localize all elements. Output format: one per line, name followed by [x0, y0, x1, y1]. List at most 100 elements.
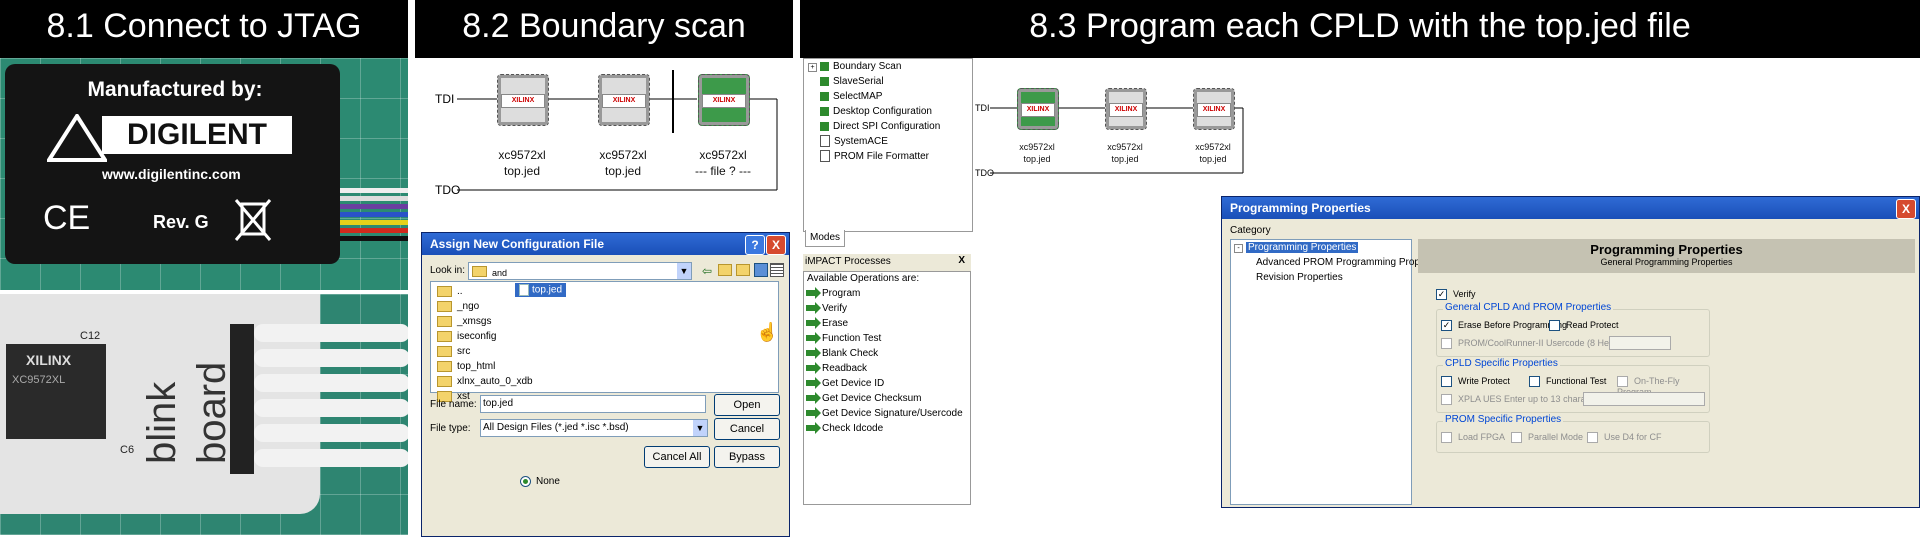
operation-item[interactable]: Program — [804, 286, 970, 301]
panel-program-cpld: 8.3 Program each CPLD with the top.jed f… — [800, 0, 1920, 535]
checkbox-icon — [1511, 432, 1522, 444]
scan-chain-diagram: TDI TDO XILINX XILINX XILINX xc9572xl to… — [415, 58, 793, 198]
flow-item[interactable]: PROM File Formatter — [808, 149, 940, 164]
processes-title: iMPACT Processes — [805, 256, 891, 267]
flow-item[interactable]: Desktop Configuration — [808, 104, 940, 119]
use-d4-checkbox[interactable]: Use D4 for CF — [1587, 432, 1662, 444]
run-arrow-icon — [806, 317, 821, 329]
list-view-icon[interactable] — [754, 263, 768, 277]
xpla-input[interactable] — [1583, 392, 1705, 406]
group-general-title: General CPLD And PROM Properties — [1443, 302, 1614, 313]
chip-small-2[interactable]: XILINX — [1105, 88, 1147, 130]
board-text-board: board — [190, 361, 234, 464]
functional-test-checkbox[interactable]: Functional Test — [1529, 376, 1606, 388]
help-button[interactable]: ? — [745, 235, 765, 255]
folder-icon — [437, 300, 452, 312]
tree-item-programming[interactable]: - Programming Properties — [1231, 240, 1411, 255]
tab-modes[interactable]: Modes — [805, 230, 845, 247]
usercode-input[interactable] — [1609, 336, 1671, 350]
checkmark-icon: ✓ — [1441, 320, 1452, 332]
operation-item[interactable]: Erase — [804, 316, 970, 331]
label-c6: C6 — [120, 444, 135, 456]
operation-item[interactable]: Function Test — [804, 331, 970, 346]
look-in-select[interactable]: and Settings/Administrator/Desktop/HDL_L… — [468, 262, 692, 296]
back-icon[interactable]: ⇦ — [702, 264, 712, 278]
list-item[interactable]: _ngo — [437, 299, 533, 314]
operation-item[interactable]: Readback — [804, 361, 970, 376]
available-ops-label: Available Operations are: — [807, 273, 920, 284]
flow-icon — [820, 121, 829, 131]
tree-item-advanced[interactable]: Advanced PROM Programming Properties — [1231, 255, 1444, 270]
operation-item[interactable]: Check Idcode — [804, 421, 970, 436]
flow-item[interactable]: SlaveSerial — [808, 74, 940, 89]
selected-file-item[interactable]: top.jed — [515, 283, 567, 297]
operation-item[interactable]: Get Device ID — [804, 376, 970, 391]
operation-item[interactable]: Verify — [804, 301, 970, 316]
xilinx-logo-icon: XILINX — [1021, 103, 1055, 117]
tdo-label-small: TDO — [975, 168, 994, 178]
chip-1[interactable]: XILINX — [497, 74, 549, 126]
chip-2[interactable]: XILINX — [598, 74, 650, 126]
details-view-icon[interactable] — [770, 263, 784, 277]
open-button[interactable]: Open — [714, 394, 780, 416]
chip-small-2-name: xc9572xl — [1107, 142, 1143, 152]
photo-digilent-programmer: Manufactured by: DIGILENT www.digilentin… — [0, 58, 408, 290]
list-item[interactable]: top_html — [437, 359, 533, 374]
website: www.digilentinc.com — [102, 166, 241, 182]
props-close-button[interactable]: X — [1896, 199, 1916, 219]
tree-item-revision[interactable]: Revision Properties — [1231, 270, 1411, 285]
flow-item[interactable]: Direct SPI Configuration — [808, 119, 940, 134]
flow-item[interactable]: + Boundary Scan — [808, 59, 940, 74]
up-folder-icon[interactable] — [718, 264, 732, 276]
operation-item[interactable]: Blank Check — [804, 346, 970, 361]
read-protect-checkbox[interactable]: Read Protect — [1549, 320, 1619, 332]
file-icon — [519, 284, 529, 296]
doc-icon — [820, 150, 830, 163]
revision: Rev. G — [153, 212, 209, 232]
verify-checkbox[interactable]: ✓ Verify — [1436, 289, 1476, 301]
cancel-all-button[interactable]: Cancel All — [644, 446, 710, 468]
props-header-title: Programming Properties — [1590, 242, 1743, 257]
chip-3[interactable]: XILINX — [698, 74, 750, 126]
xpla-checkbox[interactable]: XPLA UES Enter up to 13 characters — [1441, 394, 1605, 406]
list-item[interactable]: iseconfig — [437, 329, 533, 344]
programming-properties-dialog: Programming Properties X Category - Progr… — [1221, 196, 1920, 508]
chip-brand: XILINX — [26, 352, 72, 368]
bypass-button[interactable]: Bypass — [714, 446, 780, 468]
tdi-label: TDI — [435, 92, 455, 106]
xilinx-logo-icon: XILINX — [1197, 103, 1231, 117]
list-item[interactable]: xlnx_auto_0_xdb — [437, 374, 533, 389]
chip-small-3[interactable]: XILINX — [1193, 88, 1235, 130]
panel-connect-jtag: 8.1 Connect to JTAG Manufactured by: DIG… — [0, 0, 408, 535]
list-item[interactable]: src — [437, 344, 533, 359]
flow-item[interactable]: SystemACE — [808, 134, 940, 149]
load-fpga-checkbox[interactable]: Load FPGA — [1441, 432, 1505, 444]
programmer-body: Manufactured by: DIGILENT www.digilentin… — [5, 64, 340, 264]
operation-item[interactable]: Get Device Checksum — [804, 391, 970, 406]
group-prom: PROM Specific Properties Load FPGA Paral… — [1436, 414, 1710, 453]
folder-icon — [437, 360, 452, 372]
write-protect-checkbox[interactable]: Write Protect — [1441, 376, 1510, 388]
digilent-logo: DIGILENT — [45, 112, 297, 162]
checkbox-icon — [1529, 376, 1540, 388]
new-folder-icon[interactable] — [736, 264, 750, 276]
flow-item[interactable]: SelectMAP — [808, 89, 940, 104]
close-button[interactable]: X — [766, 235, 786, 255]
file-name-input[interactable]: top.jed — [480, 395, 706, 413]
look-in-label: Look in: — [430, 265, 466, 276]
cancel-button[interactable]: Cancel — [714, 418, 780, 440]
label-manufactured: Manufactured by: — [87, 78, 263, 101]
processes-close-button[interactable]: X — [958, 255, 965, 266]
list-item[interactable]: _xmsgs — [437, 314, 533, 329]
chevron-down-icon: ▼ — [693, 420, 707, 436]
operation-item[interactable]: Get Device Signature/Usercode — [804, 406, 970, 421]
file-type-select[interactable]: All Design Files (*.jed *.isc *.bsd) ▼ — [480, 419, 708, 437]
chip-small-1[interactable]: XILINX — [1017, 88, 1059, 130]
photo-blink-board: XILINX XC9572XL C12 C6 blink board — [0, 294, 408, 535]
xilinx-logo-icon: XILINX — [501, 94, 545, 108]
file-name-label: File name: — [430, 399, 477, 410]
file-list[interactable]: .. _ngo _xmsgs iseconfig src top_html xl… — [430, 281, 779, 402]
category-tree[interactable]: - Programming Properties Advanced PROM Pr… — [1230, 239, 1444, 505]
parallel-mode-checkbox[interactable]: Parallel Mode — [1511, 432, 1583, 444]
radio-none[interactable]: None — [520, 476, 560, 487]
